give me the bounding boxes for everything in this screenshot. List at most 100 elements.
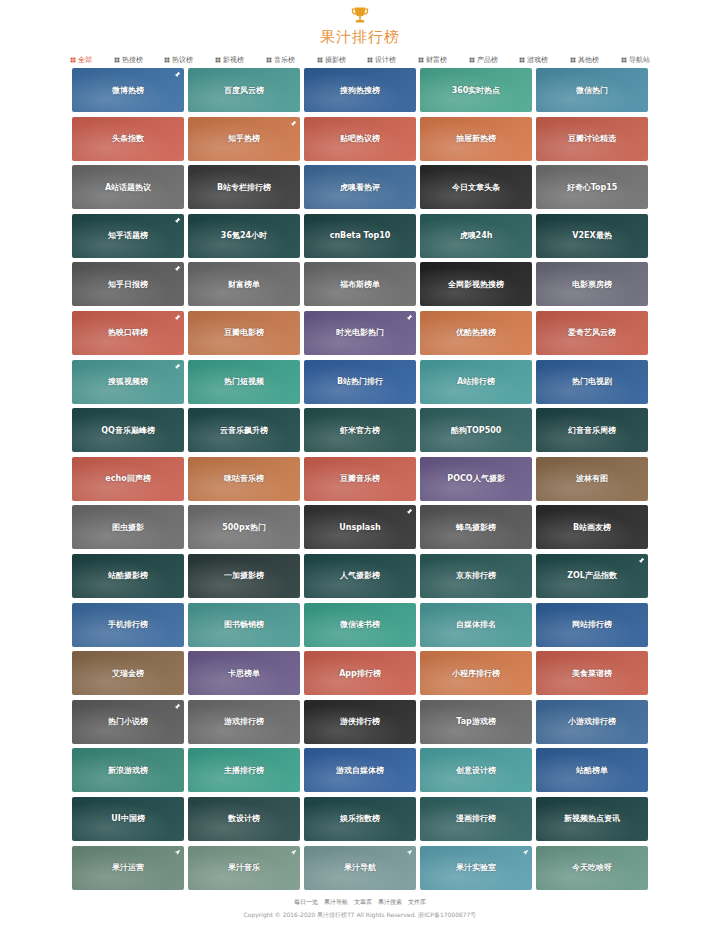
- nav-item[interactable]: 热议榜: [164, 55, 193, 65]
- ranking-card[interactable]: V2EX最热: [536, 214, 648, 258]
- ranking-card[interactable]: A站话题热议: [72, 165, 184, 209]
- footer-link[interactable]: 果汁搜索: [378, 898, 402, 907]
- ranking-card[interactable]: echo回声榜: [72, 457, 184, 501]
- ranking-card[interactable]: 虎嗅看热评: [304, 165, 416, 209]
- ranking-card[interactable]: 主播排行榜: [188, 748, 300, 792]
- ranking-card[interactable]: 搜狗热搜榜: [304, 68, 416, 112]
- ranking-card[interactable]: A站排行榜: [420, 360, 532, 404]
- ranking-card[interactable]: 电影票房榜: [536, 262, 648, 306]
- ranking-card[interactable]: ZOL产品指数: [536, 554, 648, 598]
- ranking-card[interactable]: 好奇心Top15: [536, 165, 648, 209]
- ranking-card[interactable]: POCO人气摄影: [420, 457, 532, 501]
- ranking-card[interactable]: 一加摄影榜: [188, 554, 300, 598]
- ranking-card[interactable]: 搜狐视频榜: [72, 360, 184, 404]
- ranking-card[interactable]: 幻音音乐周榜: [536, 408, 648, 452]
- ranking-card[interactable]: 新浪游戏榜: [72, 748, 184, 792]
- ranking-card[interactable]: 艾瑞金榜: [72, 651, 184, 695]
- ranking-card[interactable]: 豆瓣电影榜: [188, 311, 300, 355]
- nav-item[interactable]: 其他榜: [570, 55, 599, 65]
- ranking-card[interactable]: 今日文章头条: [420, 165, 532, 209]
- ranking-card[interactable]: UI中国榜: [72, 797, 184, 841]
- ranking-card[interactable]: 时光电影热门: [304, 311, 416, 355]
- ranking-card[interactable]: 知乎热榜: [188, 117, 300, 161]
- ranking-card[interactable]: 图书畅销榜: [188, 603, 300, 647]
- ranking-card[interactable]: 果汁运营: [72, 846, 184, 890]
- nav-item[interactable]: 产品榜: [469, 55, 498, 65]
- ranking-card[interactable]: cnBeta Top10: [304, 214, 416, 258]
- ranking-card[interactable]: 卡思榜单: [188, 651, 300, 695]
- ranking-card[interactable]: 果汁音乐: [188, 846, 300, 890]
- ranking-card[interactable]: 游侠排行榜: [304, 700, 416, 744]
- ranking-card[interactable]: 波林有图: [536, 457, 648, 501]
- ranking-card[interactable]: 360实时热点: [420, 68, 532, 112]
- ranking-card[interactable]: B站画友榜: [536, 505, 648, 549]
- ranking-card[interactable]: App排行榜: [304, 651, 416, 695]
- nav-item[interactable]: 热搜榜: [114, 55, 143, 65]
- ranking-card[interactable]: 全网影视热搜榜: [420, 262, 532, 306]
- nav-item[interactable]: 影视榜: [215, 55, 244, 65]
- ranking-card[interactable]: 数设计榜: [188, 797, 300, 841]
- ranking-card[interactable]: 财富榜单: [188, 262, 300, 306]
- ranking-card[interactable]: 站酷榜单: [536, 748, 648, 792]
- ranking-card[interactable]: 创意设计榜: [420, 748, 532, 792]
- footer-link[interactable]: 果汁导航: [324, 898, 348, 907]
- ranking-card[interactable]: B站热门排行: [304, 360, 416, 404]
- nav-item[interactable]: 设计榜: [367, 55, 396, 65]
- ranking-card[interactable]: 手机排行榜: [72, 603, 184, 647]
- ranking-card[interactable]: 热门短视频: [188, 360, 300, 404]
- ranking-card[interactable]: 小游戏排行榜: [536, 700, 648, 744]
- ranking-card[interactable]: Tap游戏榜: [420, 700, 532, 744]
- ranking-card[interactable]: 游戏自媒体榜: [304, 748, 416, 792]
- ranking-card[interactable]: 知乎话题榜: [72, 214, 184, 258]
- ranking-card[interactable]: 站酷摄影榜: [72, 554, 184, 598]
- nav-item[interactable]: 游戏榜: [519, 55, 548, 65]
- ranking-card[interactable]: 福布斯榜单: [304, 262, 416, 306]
- ranking-card[interactable]: QQ音乐巅峰榜: [72, 408, 184, 452]
- ranking-card[interactable]: 自媒体排名: [420, 603, 532, 647]
- ranking-card[interactable]: 今天吃啥呀: [536, 846, 648, 890]
- ranking-card[interactable]: 京东排行榜: [420, 554, 532, 598]
- ranking-card[interactable]: 36氪24小时: [188, 214, 300, 258]
- ranking-card[interactable]: 热门电视剧: [536, 360, 648, 404]
- ranking-card[interactable]: 微信热门: [536, 68, 648, 112]
- ranking-card[interactable]: Unsplash: [304, 505, 416, 549]
- footer-link[interactable]: 每日一览: [294, 898, 318, 907]
- ranking-card[interactable]: 虾米官方榜: [304, 408, 416, 452]
- ranking-card[interactable]: 抽屉新热榜: [420, 117, 532, 161]
- footer-link[interactable]: 文章库: [354, 898, 372, 907]
- ranking-card[interactable]: 知乎日报榜: [72, 262, 184, 306]
- site-title[interactable]: 果汁排行榜: [320, 28, 400, 46]
- nav-item[interactable]: 导航站: [621, 55, 650, 65]
- ranking-card[interactable]: 热映口碑榜: [72, 311, 184, 355]
- ranking-card[interactable]: 娱乐指数榜: [304, 797, 416, 841]
- ranking-card[interactable]: 咪咕音乐榜: [188, 457, 300, 501]
- ranking-card[interactable]: 蜂鸟摄影榜: [420, 505, 532, 549]
- nav-item[interactable]: 音乐榜: [266, 55, 295, 65]
- ranking-card[interactable]: 果汁实验室: [420, 846, 532, 890]
- ranking-card[interactable]: 网站排行榜: [536, 603, 648, 647]
- ranking-card[interactable]: 豆瓣讨论精选: [536, 117, 648, 161]
- ranking-card[interactable]: 热门小说榜: [72, 700, 184, 744]
- footer-link[interactable]: 文件库: [408, 898, 426, 907]
- ranking-card[interactable]: 500px热门: [188, 505, 300, 549]
- ranking-card[interactable]: 酷狗TOP500: [420, 408, 532, 452]
- ranking-card[interactable]: 云音乐飙升榜: [188, 408, 300, 452]
- ranking-card[interactable]: 游戏排行榜: [188, 700, 300, 744]
- nav-item[interactable]: 全部: [70, 55, 92, 65]
- ranking-card[interactable]: 新视频热点资讯: [536, 797, 648, 841]
- ranking-card[interactable]: 微信读书榜: [304, 603, 416, 647]
- ranking-card[interactable]: 优酷热搜榜: [420, 311, 532, 355]
- ranking-card[interactable]: 虎嗅24h: [420, 214, 532, 258]
- ranking-card[interactable]: 爱奇艺风云榜: [536, 311, 648, 355]
- ranking-card[interactable]: B站专栏排行榜: [188, 165, 300, 209]
- nav-item[interactable]: 财富榜: [418, 55, 447, 65]
- nav-item[interactable]: 摄影榜: [317, 55, 346, 65]
- ranking-card[interactable]: 美食菜谱榜: [536, 651, 648, 695]
- ranking-card[interactable]: 头条指数: [72, 117, 184, 161]
- ranking-card[interactable]: 果汁导航: [304, 846, 416, 890]
- ranking-card[interactable]: 小程序排行榜: [420, 651, 532, 695]
- ranking-card[interactable]: 人气摄影榜: [304, 554, 416, 598]
- ranking-card[interactable]: 百度风云榜: [188, 68, 300, 112]
- ranking-card[interactable]: 贴吧热议榜: [304, 117, 416, 161]
- ranking-card[interactable]: 图虫摄影: [72, 505, 184, 549]
